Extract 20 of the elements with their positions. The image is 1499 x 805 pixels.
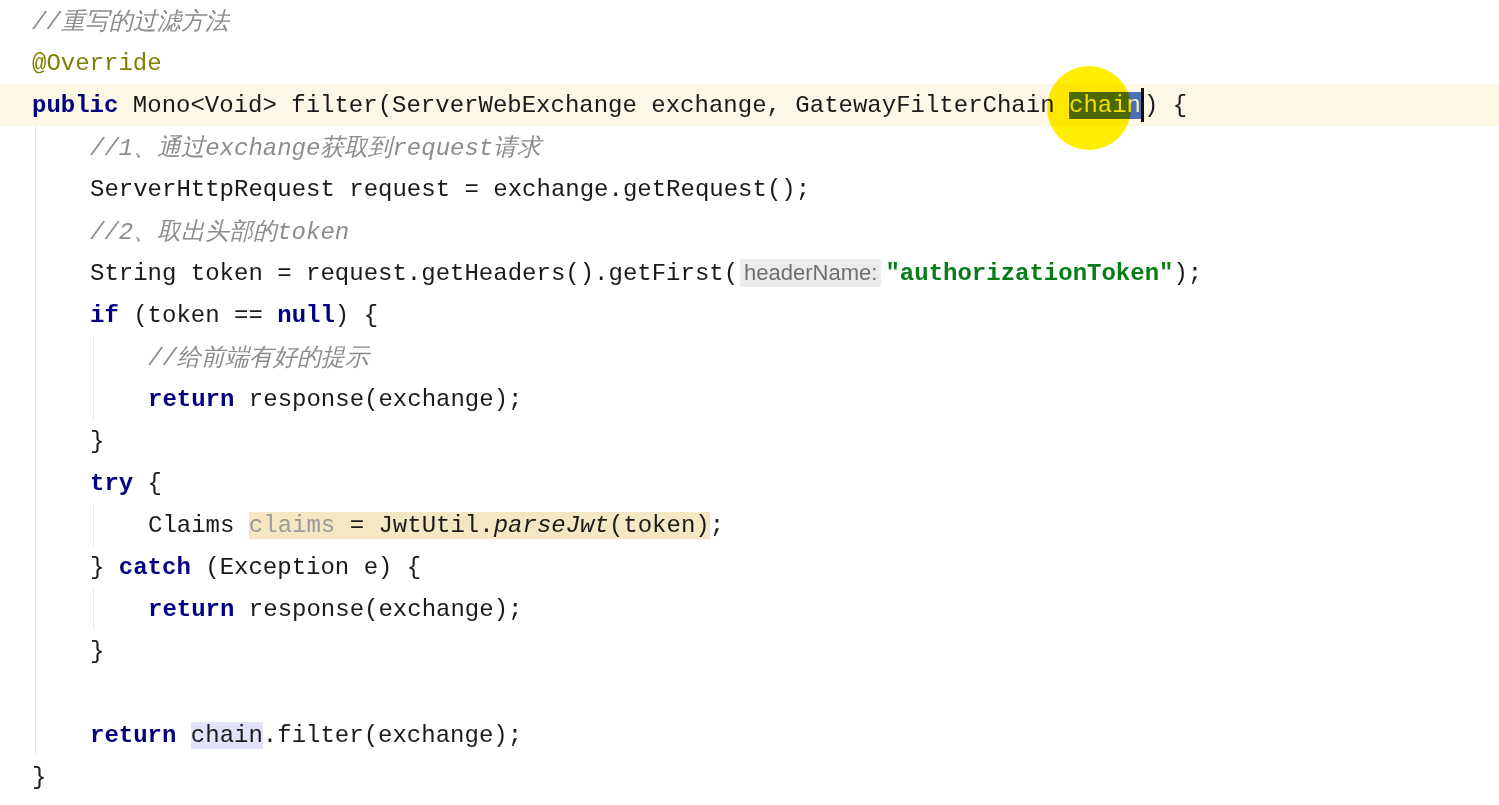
code-text: if (token == null) {	[90, 301, 379, 329]
code-text: String token = request.getHeaders().getFirst(	[90, 259, 739, 287]
code-text: //重写的过滤方法	[32, 7, 229, 37]
code-text: //1、通过exchange获取到request请求	[90, 134, 542, 163]
code-text: //2、取出头部的token	[90, 218, 350, 247]
code-text: try {	[90, 469, 163, 497]
code-text: return response(exchange);	[148, 595, 523, 623]
code-text: }	[90, 637, 105, 665]
code-text: ) {	[1144, 91, 1188, 119]
code-text: } catch (Exception e) {	[90, 553, 422, 581]
code-text: return chain.filter(exchange);	[90, 721, 523, 749]
parameter-hint: headerName:	[740, 259, 882, 287]
code-text: //给前端有好的提示	[148, 344, 369, 373]
code-text: Claims claims = JwtUtil.parseJwt(token);	[148, 511, 725, 539]
code-text: }	[32, 763, 47, 791]
code-text: return response(exchange);	[148, 385, 523, 413]
code-text: @Override	[32, 49, 162, 77]
code-text: "authorizationToken");	[885, 259, 1203, 287]
code-text: ServerHttpRequest request = exchange.getRequest();	[90, 175, 811, 203]
code-text: }	[90, 427, 105, 455]
